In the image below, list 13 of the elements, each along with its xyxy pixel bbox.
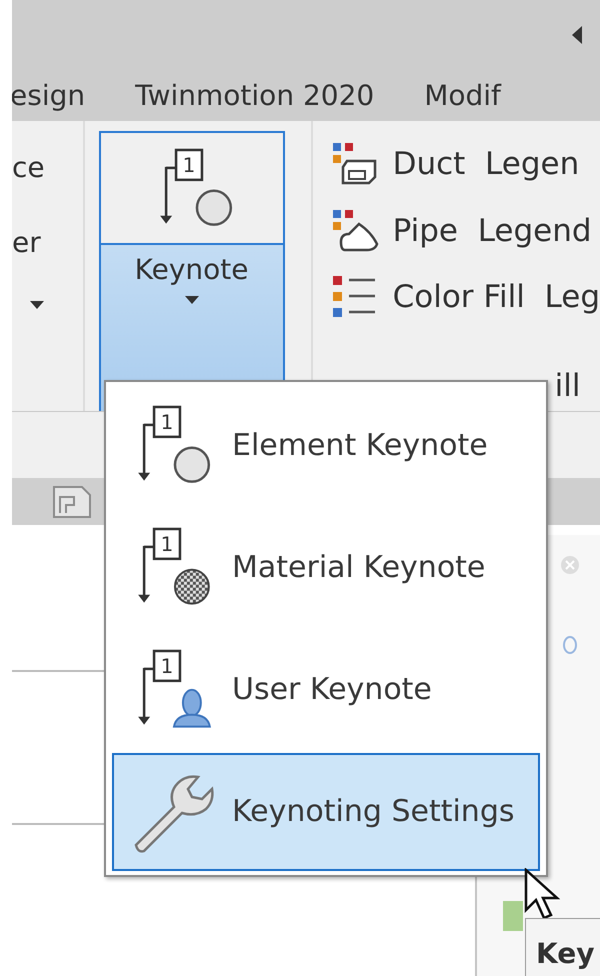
menu-item[interactable]: Keynoting Settings: [112, 752, 540, 871]
tooltip-text: Key: [536, 937, 594, 970]
menu-item[interactable]: 1 Material Keynote: [112, 508, 540, 626]
keynote-label: Keynote: [134, 252, 249, 286]
legend-command[interactable]: Duct Legen: [392, 146, 580, 182]
ribbon-command[interactable]: ce: [12, 150, 83, 184]
ribbon-command[interactable]: er: [12, 226, 83, 259]
legend-command[interactable]: ill: [554, 368, 580, 404]
menu-item[interactable]: 1 User Keynote: [112, 630, 540, 749]
ribbon-tab[interactable]: Twinmotion 2020: [135, 75, 374, 116]
legend-command[interactable]: Pipe Legend: [392, 212, 592, 249]
legend-command[interactable]: Color Fill Leg: [392, 279, 600, 316]
ribbon-tab[interactable]: Modif: [424, 75, 501, 116]
